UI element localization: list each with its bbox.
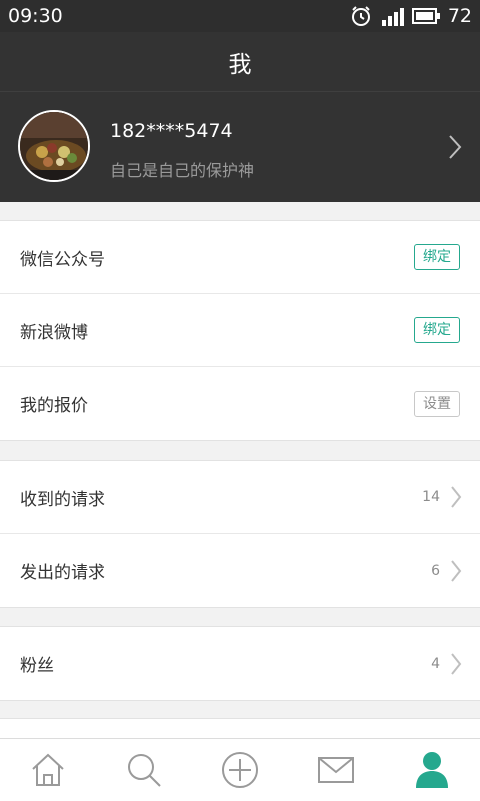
- received-count: 14: [422, 489, 440, 505]
- tab-add[interactable]: [210, 745, 270, 795]
- battery-icon: [411, 8, 440, 24]
- message-icon: [318, 757, 354, 783]
- tab-search[interactable]: [114, 745, 174, 795]
- battery-level: 72: [447, 5, 472, 27]
- signal-icon: [381, 8, 404, 26]
- status-bar: 09:30 72: [0, 0, 480, 32]
- bind-wechat-button[interactable]: 绑定: [414, 244, 460, 270]
- profile-card[interactable]: 182****5474 自己是自己的保护神: [0, 92, 480, 202]
- list-item-sent-requests[interactable]: 发出的请求 6: [0, 534, 480, 607]
- profile-icon: [416, 752, 448, 788]
- status-icons: 72: [350, 5, 472, 27]
- home-icon: [32, 753, 64, 786]
- next-group-edge: [0, 718, 480, 739]
- avatar[interactable]: [18, 110, 90, 182]
- list-item-received-requests[interactable]: 收到的请求 14: [0, 461, 480, 534]
- set-quote-button[interactable]: 设置: [414, 390, 460, 417]
- row-label: 我的报价: [20, 396, 88, 416]
- nav-bar: 我: [0, 32, 480, 92]
- chevron-right-icon: [451, 486, 462, 508]
- add-icon: [222, 752, 258, 788]
- list-item-fans[interactable]: 粉丝 4: [0, 627, 480, 700]
- list-item-wechat[interactable]: 微信公众号 绑定: [0, 221, 480, 294]
- page-title: 我: [228, 51, 252, 78]
- row-label: 微信公众号: [20, 249, 105, 270]
- row-label: 粉丝: [20, 656, 54, 676]
- chevron-right-icon: [451, 652, 462, 675]
- tab-profile[interactable]: [402, 745, 462, 795]
- avatar-image: [20, 112, 88, 180]
- bottom-tab-bar: [0, 738, 480, 801]
- fans-count: 4: [431, 655, 440, 672]
- bind-weibo-button[interactable]: 绑定: [414, 317, 460, 343]
- list-item-my-quote[interactable]: 我的报价 设置: [0, 367, 480, 440]
- alarm-icon: [351, 6, 370, 26]
- profile-phone: 182****5474: [110, 120, 233, 142]
- row-label: 新浪微博: [20, 322, 88, 343]
- sent-count: 6: [431, 562, 440, 579]
- social-group: 粉丝 4: [0, 626, 480, 701]
- bindings-group: 微信公众号 绑定 新浪微博 绑定 我的报价 设置: [0, 220, 480, 441]
- chevron-right-icon[interactable]: [448, 134, 462, 160]
- chevron-right-icon: [451, 559, 462, 582]
- profile-motto: 自己是自己的保护神: [110, 161, 255, 180]
- row-label: 发出的请求: [20, 563, 105, 583]
- row-label: 收到的请求: [20, 489, 105, 510]
- tab-messages[interactable]: [306, 745, 366, 795]
- requests-group: 收到的请求 14 发出的请求 6: [0, 460, 480, 608]
- search-icon: [128, 754, 161, 787]
- tab-home[interactable]: [18, 745, 78, 795]
- status-time: 09:30: [8, 5, 63, 27]
- list-item-weibo[interactable]: 新浪微博 绑定: [0, 294, 480, 367]
